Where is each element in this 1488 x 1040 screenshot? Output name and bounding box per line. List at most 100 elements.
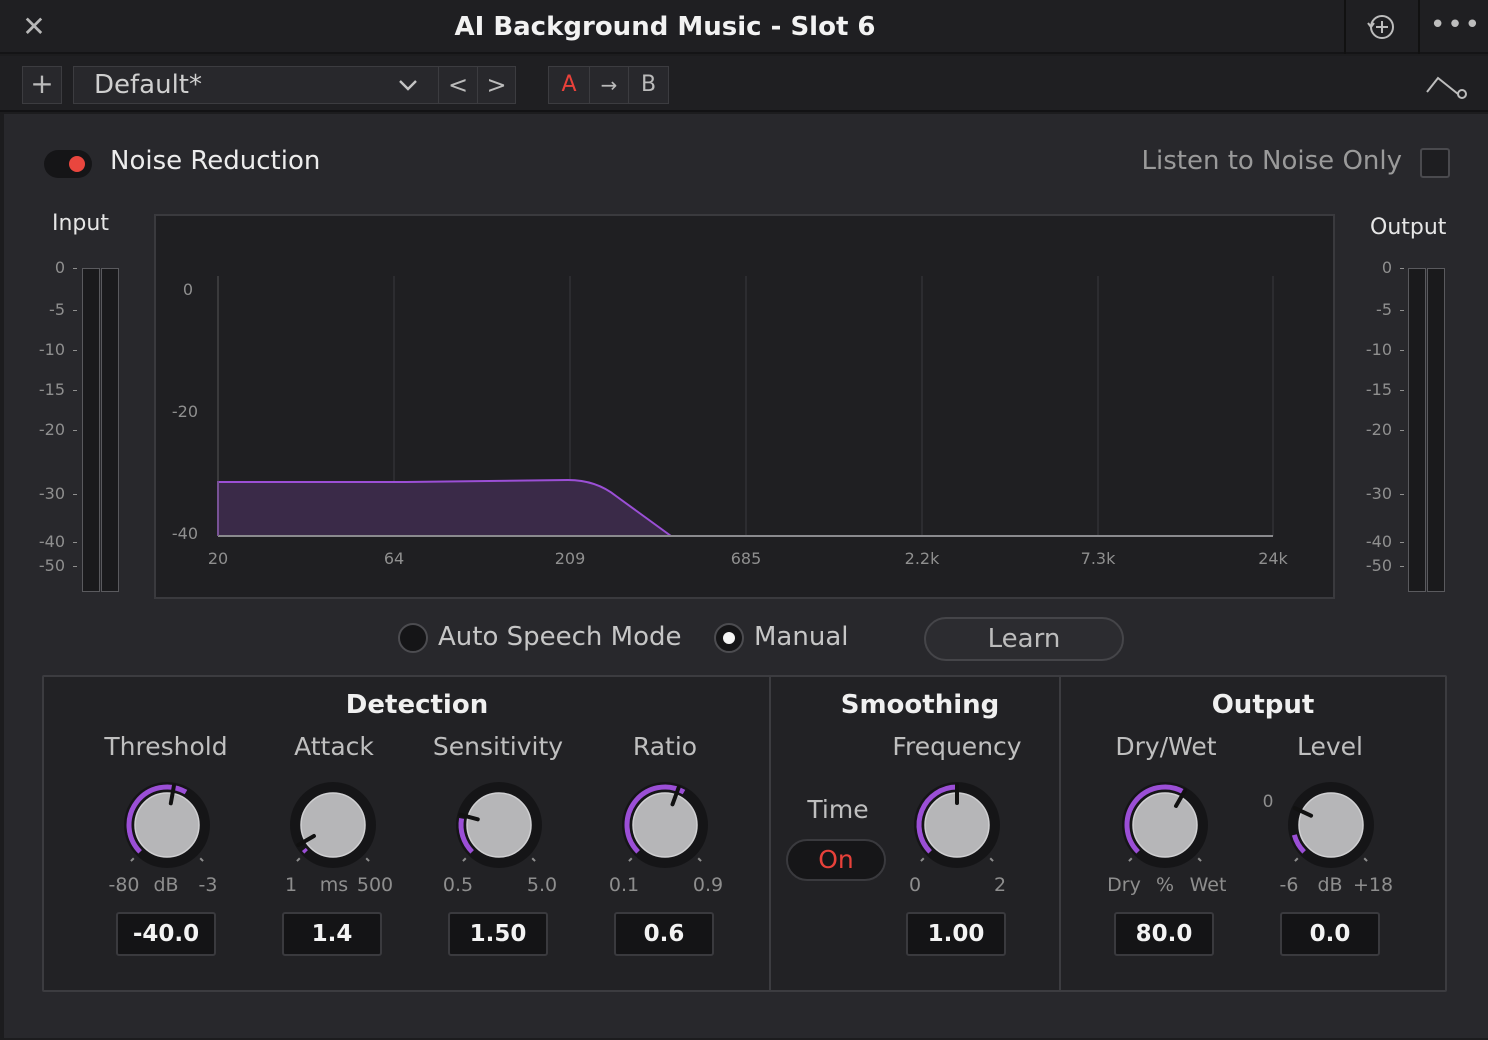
x-tick: 24k [1258,549,1288,568]
x-tick: 685 [731,549,762,568]
section-divider [1059,677,1061,991]
drywet-knob[interactable] [1115,775,1215,875]
meter-tick-mark [1400,566,1404,567]
x-tick: 7.3k [1081,549,1116,568]
level-unit: dB [1317,874,1343,896]
attack-knob[interactable] [283,775,383,875]
output-meter-title: Output [1370,215,1447,240]
threshold-max: -3 [198,874,218,896]
noise-reduction-label: Noise Reduction [110,146,321,176]
level-knob[interactable] [1281,775,1381,875]
meter-tick-label: -40 [1365,532,1392,551]
preset-name: Default* [94,70,202,100]
output-title: Output [1211,690,1315,720]
toggle-indicator [69,156,85,172]
meter-tick-mark [1400,494,1404,495]
x-tick: 2.2k [905,549,940,568]
meter-tick-label: -15 [38,380,65,399]
sensitivity-value[interactable]: 1.50 [448,912,548,956]
next-preset-button[interactable]: > [477,66,516,104]
meter-tick-label: -30 [38,484,65,503]
meter-tick-label: -50 [1365,556,1392,575]
meter-tick-mark [73,310,77,311]
y-tick: -20 [172,402,198,421]
ab-copy-button[interactable]: → [589,66,629,104]
meter-tick-label: -20 [38,420,65,439]
input-meter-title: Input [52,211,109,236]
drywet-unit: % [1155,874,1175,896]
meter-tick-label: 0 [1381,258,1392,277]
section-divider [769,677,771,991]
noise-profile-graph: 0 -20 -40 20 64 209 685 2.2k 7.3k 24k [154,214,1335,599]
drywet-min: Dry [1107,874,1141,896]
drywet-max: Wet [1189,874,1227,896]
smoothing-title: Smoothing [840,690,1000,720]
meter-tick-mark [73,494,77,495]
frequency-knob[interactable] [907,775,1007,875]
meter-tick-mark [1400,430,1404,431]
frequency-label: Frequency [892,732,1022,761]
threshold-min: -80 [108,874,140,896]
meter-tick-label: -40 [38,532,65,551]
x-tick: 64 [384,549,404,568]
meter-tick-mark [73,390,77,391]
more-options-icon[interactable]: ••• [1430,10,1480,44]
level-value[interactable]: 0.0 [1280,912,1380,956]
attack-min: 1 [284,874,298,896]
frequency-max: 2 [993,874,1007,896]
time-toggle-button[interactable]: On [786,839,886,881]
auto-speech-label[interactable]: Auto Speech Mode [438,622,682,652]
listen-noise-checkbox[interactable] [1420,148,1450,178]
manual-label[interactable]: Manual [754,622,848,652]
threshold-knob[interactable] [117,775,217,875]
threshold-unit: dB [153,874,179,896]
output-meter-left [1408,268,1426,592]
meter-tick-label: -15 [1365,380,1392,399]
attack-label: Attack [294,732,374,761]
x-tick: 209 [555,549,586,568]
ab-a-button[interactable]: A [548,66,590,104]
time-label: Time [807,795,869,824]
ab-b-button[interactable]: B [628,66,669,104]
meter-tick-label: -50 [38,556,65,575]
ratio-min: 0.1 [608,874,640,896]
chevron-down-icon[interactable] [396,74,420,96]
level-max: +18 [1352,874,1394,896]
threshold-value[interactable]: -40.0 [116,912,216,956]
auto-speech-radio[interactable] [398,623,428,653]
meter-tick-label: -10 [38,340,65,359]
threshold-label: Threshold [104,732,228,761]
meter-tick-mark [1400,268,1404,269]
input-meter-left [82,268,100,592]
level-zero-mark: 0 [1262,792,1274,812]
frequency-value[interactable]: 1.00 [906,912,1006,956]
add-preset-button[interactable]: + [22,66,62,104]
window-title: AI Background Music - Slot 6 [454,12,876,42]
input-meter-right [101,268,119,592]
meter-tick-mark [73,350,77,351]
ratio-knob[interactable] [615,775,715,875]
meter-tick-label: -20 [1365,420,1392,439]
y-tick: 0 [183,280,193,299]
sensitivity-max: 5.0 [526,874,558,896]
meter-tick-label: -10 [1365,340,1392,359]
manual-radio-selected [723,632,735,644]
previous-preset-button[interactable]: < [438,66,478,104]
sensitivity-min: 0.5 [442,874,474,896]
meter-tick-mark [1400,542,1404,543]
attack-value[interactable]: 1.4 [282,912,382,956]
output-meter-right [1427,268,1445,592]
x-tick: 20 [208,549,228,568]
meter-tick-mark [1400,350,1404,351]
meter-tick-mark [1400,390,1404,391]
ratio-label: Ratio [632,732,698,761]
meter-tick-mark [73,430,77,431]
learn-button[interactable]: Learn [924,617,1124,661]
automation-curve-icon[interactable] [1424,70,1470,100]
meter-tick-mark [73,542,77,543]
history-icon[interactable] [1360,10,1404,44]
controls-panel [42,675,1447,992]
drywet-value[interactable]: 80.0 [1114,912,1214,956]
sensitivity-knob[interactable] [449,775,549,875]
ratio-value[interactable]: 0.6 [614,912,714,956]
